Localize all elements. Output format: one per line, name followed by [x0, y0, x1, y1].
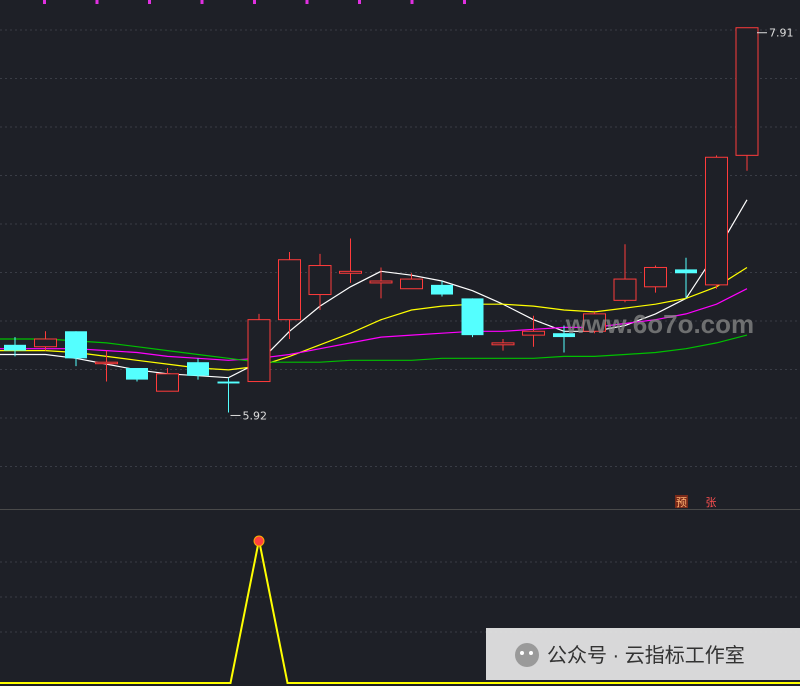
signal-marker	[253, 535, 265, 547]
candle-body	[522, 330, 545, 336]
top-tick	[358, 0, 361, 4]
candle-body	[308, 265, 332, 296]
yu-label: 预	[676, 496, 687, 509]
candle-body	[400, 278, 423, 290]
candle-body	[95, 361, 118, 365]
candle-body	[735, 27, 759, 156]
ma-line	[0, 334, 748, 363]
candles	[4, 27, 759, 413]
top-tick	[200, 0, 204, 4]
wechat-icon	[515, 643, 539, 667]
candle-body	[369, 280, 393, 284]
candle-body	[705, 156, 728, 286]
candle-body	[4, 344, 26, 351]
candle-body	[217, 381, 240, 384]
candle-body	[675, 269, 697, 274]
candle-body	[156, 373, 179, 392]
candle-body	[431, 284, 453, 295]
zhang-label: 张	[706, 496, 717, 509]
account-name: 公众号 · 云指标工作室	[547, 644, 745, 667]
candle-body	[126, 368, 148, 380]
top-tick	[148, 0, 151, 4]
candle-body	[461, 298, 484, 336]
high-price-label: 7.91	[769, 27, 794, 40]
top-ticks	[43, 0, 466, 4]
candle-body	[34, 338, 57, 348]
low-price-label: 5.92	[243, 409, 268, 422]
signal-badges: 预 张	[675, 495, 717, 509]
top-tick	[410, 0, 414, 4]
candle-body	[187, 362, 209, 376]
top-tick	[305, 0, 309, 4]
stock-chart: 7.91 5.92 预 张 www.6o7o.com 公众号 · 云指标工作室	[0, 0, 800, 684]
candle-body	[491, 342, 515, 346]
top-tick	[43, 0, 46, 4]
candle-body	[613, 278, 637, 301]
account-watermark: 公众号 · 云指标工作室	[486, 628, 800, 680]
top-tick	[463, 0, 466, 4]
candle-body	[278, 259, 301, 321]
candle-body	[65, 331, 87, 359]
candle-body	[339, 270, 362, 274]
top-tick	[95, 0, 99, 4]
candle-body	[247, 319, 271, 383]
site-watermark: www.6o7o.com	[565, 309, 754, 339]
top-tick	[253, 0, 256, 4]
candle-body	[644, 266, 667, 288]
